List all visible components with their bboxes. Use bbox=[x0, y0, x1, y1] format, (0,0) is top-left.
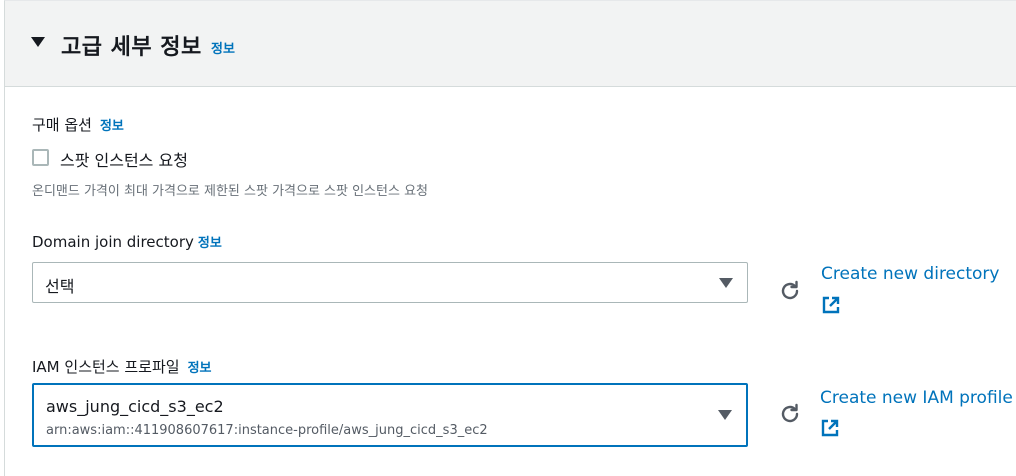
section-header[interactable]: 고급 세부 정보 정보 bbox=[5, 1, 1016, 87]
purchase-option-label: 구매 옵션 정보 bbox=[32, 114, 124, 135]
domain-join-info-link[interactable]: 정보 bbox=[198, 236, 222, 251]
spot-instance-checkbox-label[interactable]: 스팟 인스턴스 요청 bbox=[60, 147, 188, 171]
iam-profile-label: IAM 인스턴스 프로파일 정보 bbox=[32, 356, 212, 377]
domain-join-label: Domain join directory 정보 bbox=[32, 232, 222, 251]
iam-profile-info-link[interactable]: 정보 bbox=[188, 361, 212, 376]
refresh-iam-profile-icon[interactable] bbox=[778, 402, 802, 426]
section-info-link[interactable]: 정보 bbox=[211, 38, 235, 57]
domain-join-select[interactable]: 선택 bbox=[32, 262, 748, 303]
spot-instance-hint: 온디맨드 가격이 최대 가격으로 제한된 스팟 가격으로 스팟 인스턴스 요청 bbox=[32, 184, 428, 199]
purchase-option-label-text: 구매 옵션 bbox=[32, 116, 92, 134]
section-title: 고급 세부 정보 bbox=[61, 35, 202, 60]
iam-profile-select[interactable]: aws_jung_cicd_s3_ec2 arn:aws:iam::411908… bbox=[32, 383, 748, 447]
external-link-icon[interactable] bbox=[821, 295, 841, 315]
purchase-option-info-link[interactable]: 정보 bbox=[100, 119, 124, 134]
spot-instance-checkbox[interactable] bbox=[32, 149, 49, 166]
iam-profile-arn: arn:aws:iam::411908607617:instance-profi… bbox=[46, 423, 488, 438]
domain-join-label-text: Domain join directory bbox=[32, 233, 194, 251]
dropdown-arrow-icon bbox=[719, 278, 733, 288]
refresh-directory-icon[interactable] bbox=[778, 279, 802, 303]
create-new-directory-link[interactable]: Create new directory bbox=[821, 264, 999, 284]
caret-down-icon[interactable] bbox=[31, 37, 45, 47]
domain-join-selected-value: 선택 bbox=[45, 277, 75, 296]
dropdown-arrow-icon bbox=[718, 410, 732, 420]
create-new-iam-profile-link[interactable]: Create new IAM profile bbox=[820, 388, 1013, 408]
iam-profile-label-text: IAM 인스턴스 프로파일 bbox=[32, 358, 180, 376]
iam-profile-selected-value: aws_jung_cicd_s3_ec2 bbox=[46, 397, 224, 416]
external-link-icon[interactable] bbox=[820, 418, 840, 438]
